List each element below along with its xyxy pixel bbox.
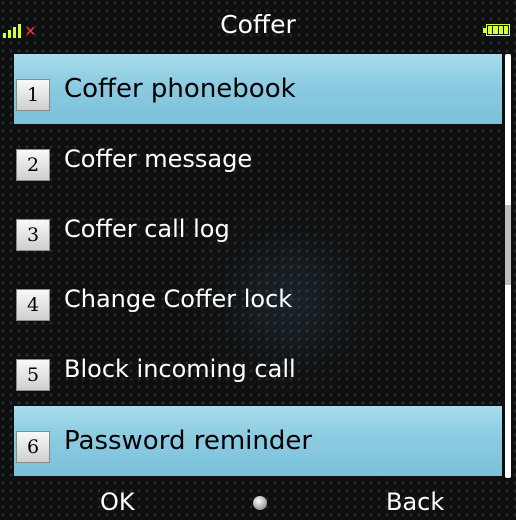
menu-item-number: 5 bbox=[16, 359, 50, 391]
menu-item-label: Change Coffer lock bbox=[64, 285, 293, 313]
menu-item-label: Coffer message bbox=[64, 145, 253, 173]
status-bar: × Coffer bbox=[0, 0, 516, 44]
menu-item-block-incoming-call[interactable]: 5 Block incoming call bbox=[14, 334, 502, 404]
menu-item-label: Coffer call log bbox=[64, 215, 230, 243]
menu-item-number: 1 bbox=[16, 79, 50, 111]
screen-title: Coffer bbox=[220, 10, 296, 39]
phone-screen: × Coffer 1 Coffer phonebook 2 Coffer mes… bbox=[0, 0, 516, 520]
menu-item-change-coffer-lock[interactable]: 4 Change Coffer lock bbox=[14, 264, 502, 334]
menu-item-number: 4 bbox=[16, 289, 50, 321]
ok-softkey[interactable]: OK bbox=[100, 488, 135, 516]
menu-item-password-reminder[interactable]: 6 Password reminder bbox=[14, 406, 502, 476]
menu-item-coffer-phonebook[interactable]: 1 Coffer phonebook bbox=[14, 54, 502, 124]
menu-item-label: Block incoming call bbox=[64, 355, 296, 383]
battery-icon bbox=[483, 24, 510, 36]
menu-item-label: Password reminder bbox=[64, 426, 313, 456]
menu-item-number: 2 bbox=[16, 149, 50, 181]
scrollbar-thumb[interactable] bbox=[505, 205, 511, 285]
back-softkey[interactable]: Back bbox=[386, 488, 444, 516]
menu-item-coffer-message[interactable]: 2 Coffer message bbox=[14, 124, 502, 194]
center-dot-icon[interactable] bbox=[253, 496, 267, 510]
menu-item-number: 3 bbox=[16, 219, 50, 251]
menu-item-coffer-call-log[interactable]: 3 Coffer call log bbox=[14, 194, 502, 264]
menu-item-label: Coffer phonebook bbox=[64, 74, 296, 104]
menu-item-number: 6 bbox=[16, 431, 50, 463]
softkey-bar: OK Back bbox=[0, 478, 516, 520]
